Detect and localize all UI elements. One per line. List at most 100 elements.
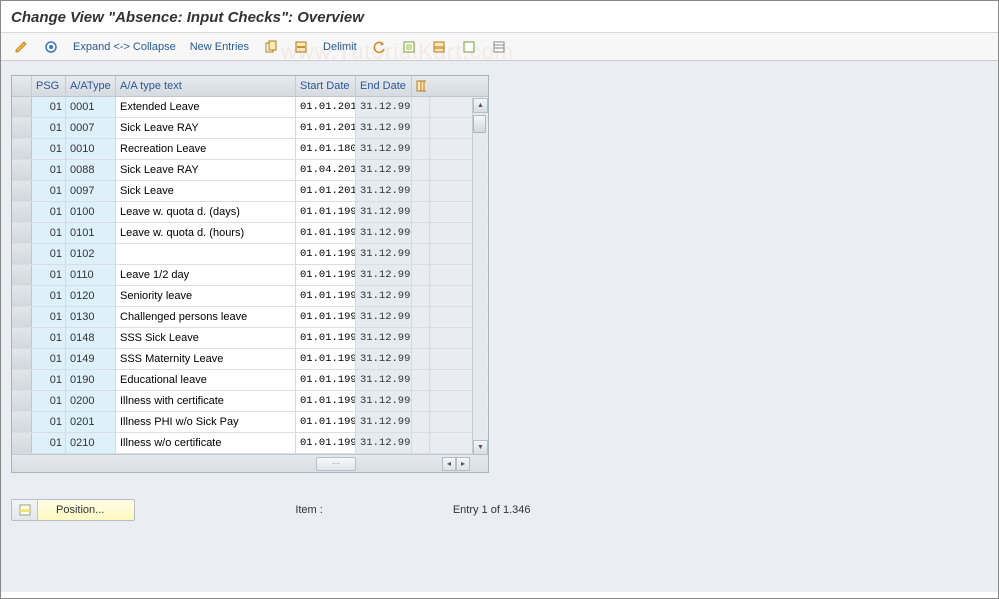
cell-text[interactable] (116, 244, 296, 264)
row-selector[interactable] (12, 349, 32, 369)
delete-icon[interactable] (289, 37, 313, 57)
cell-start-date[interactable]: 01.01.1999 (296, 202, 356, 222)
row-selector[interactable] (12, 160, 32, 180)
row-selector[interactable] (12, 181, 32, 201)
position-button-label: Position... (38, 504, 134, 516)
cell-start-date[interactable]: 01.01.1990 (296, 412, 356, 432)
cell-text[interactable]: Illness with certificate (116, 391, 296, 411)
scroll-track[interactable] (473, 113, 487, 440)
cell-text[interactable]: Extended Leave (116, 97, 296, 117)
undo-icon[interactable] (367, 37, 391, 57)
cell-start-date[interactable]: 01.01.1990 (296, 286, 356, 306)
grid-body: 010001Extended Leave01.01.201731.12.9999… (12, 97, 488, 454)
cell-text[interactable]: Sick Leave RAY (116, 160, 296, 180)
other-view-icon[interactable] (39, 37, 63, 57)
col-header-aatype[interactable]: A/AType (66, 76, 116, 96)
row-selector[interactable] (12, 370, 32, 390)
scroll-right-icon[interactable]: ▸ (456, 457, 470, 471)
row-selector[interactable] (12, 412, 32, 432)
row-selector[interactable] (12, 286, 32, 306)
cell-start-date[interactable]: 01.01.1990 (296, 370, 356, 390)
vertical-scrollbar[interactable]: ▲ ▼ (472, 98, 487, 455)
cell-end-date: 31.12.9999 (356, 160, 412, 180)
cell-start-date[interactable]: 01.01.1800 (296, 139, 356, 159)
cell-start-date[interactable]: 01.01.1990 (296, 223, 356, 243)
cell-start-date[interactable]: 01.01.2017 (296, 97, 356, 117)
row-spacer (412, 97, 430, 117)
cell-text[interactable]: Leave w. quota d. (days) (116, 202, 296, 222)
cell-start-date[interactable]: 01.01.1990 (296, 244, 356, 264)
new-entries-button[interactable]: New Entries (186, 41, 253, 53)
table-settings-icon[interactable] (487, 37, 511, 57)
cell-start-date[interactable]: 01.01.1990 (296, 307, 356, 327)
select-all-icon[interactable] (397, 37, 421, 57)
cell-text[interactable]: Leave 1/2 day (116, 265, 296, 285)
cell-text[interactable]: Illness w/o certificate (116, 433, 296, 453)
row-selector[interactable] (12, 433, 32, 453)
cell-text[interactable]: Challenged persons leave (116, 307, 296, 327)
cell-psg: 01 (32, 118, 66, 138)
toggle-display-change-icon[interactable] (9, 37, 33, 57)
cell-start-date[interactable]: 01.01.1999 (296, 265, 356, 285)
copy-icon[interactable] (259, 37, 283, 57)
cell-aatype: 0148 (66, 328, 116, 348)
cell-psg: 01 (32, 412, 66, 432)
row-selector[interactable] (12, 307, 32, 327)
cell-start-date[interactable]: 01.01.1990 (296, 349, 356, 369)
cell-text[interactable]: SSS Sick Leave (116, 328, 296, 348)
cell-text[interactable]: Illness PHI w/o Sick Pay (116, 412, 296, 432)
table-row: 010210Illness w/o certificate01.01.19903… (12, 433, 488, 454)
row-selector[interactable] (12, 118, 32, 138)
select-block-icon[interactable] (427, 37, 451, 57)
expand-collapse-button[interactable]: Expand <-> Collapse (69, 41, 180, 53)
scroll-thumb[interactable] (473, 115, 486, 133)
row-spacer (412, 181, 430, 201)
configure-columns-icon[interactable] (412, 76, 430, 96)
row-selector[interactable] (12, 328, 32, 348)
table-row: 010120Seniority leave01.01.199031.12.999… (12, 286, 488, 307)
row-spacer (412, 307, 430, 327)
delimit-button[interactable]: Delimit (319, 41, 361, 53)
cell-text[interactable]: Sick Leave RAY (116, 118, 296, 138)
cell-start-date[interactable]: 01.01.1990 (296, 433, 356, 453)
cell-psg: 01 (32, 181, 66, 201)
scroll-down-icon[interactable]: ▼ (473, 440, 488, 455)
cell-psg: 01 (32, 391, 66, 411)
cell-psg: 01 (32, 97, 66, 117)
cell-start-date[interactable]: 01.01.2015 (296, 181, 356, 201)
cell-text[interactable]: Recreation Leave (116, 139, 296, 159)
footer-row: Position... Item : Entry 1 of 1.346 (11, 499, 988, 521)
column-width-optimize-icon[interactable]: ⋯ (316, 457, 356, 471)
scroll-up-icon[interactable]: ▲ (473, 98, 488, 113)
row-selector[interactable] (12, 223, 32, 243)
row-selector[interactable] (12, 265, 32, 285)
cell-start-date[interactable]: 01.01.1990 (296, 328, 356, 348)
cell-text[interactable]: Leave w. quota d. (hours) (116, 223, 296, 243)
cell-start-date[interactable]: 01.01.1990 (296, 391, 356, 411)
row-selector[interactable] (12, 97, 32, 117)
cell-text[interactable]: Sick Leave (116, 181, 296, 201)
row-spacer (412, 265, 430, 285)
table-row: 01010201.01.199031.12.9999 (12, 244, 488, 265)
col-header-start[interactable]: Start Date (296, 76, 356, 96)
row-spacer (412, 433, 430, 453)
cell-start-date[interactable]: 01.01.2015 (296, 118, 356, 138)
cell-psg: 01 (32, 139, 66, 159)
select-all-column[interactable] (12, 76, 32, 96)
cell-text[interactable]: SSS Maternity Leave (116, 349, 296, 369)
col-header-end[interactable]: End Date (356, 76, 412, 96)
scroll-left-icon[interactable]: ◂ (442, 457, 456, 471)
row-selector[interactable] (12, 202, 32, 222)
row-selector[interactable] (12, 244, 32, 264)
position-button[interactable]: Position... (11, 499, 135, 521)
row-selector[interactable] (12, 391, 32, 411)
deselect-all-icon[interactable] (457, 37, 481, 57)
cell-psg: 01 (32, 349, 66, 369)
col-header-psg[interactable]: PSG (32, 76, 66, 96)
cell-end-date: 31.12.9999 (356, 97, 412, 117)
col-header-text[interactable]: A/A type text (116, 76, 296, 96)
cell-text[interactable]: Educational leave (116, 370, 296, 390)
cell-text[interactable]: Seniority leave (116, 286, 296, 306)
row-selector[interactable] (12, 139, 32, 159)
cell-start-date[interactable]: 01.04.2015 (296, 160, 356, 180)
